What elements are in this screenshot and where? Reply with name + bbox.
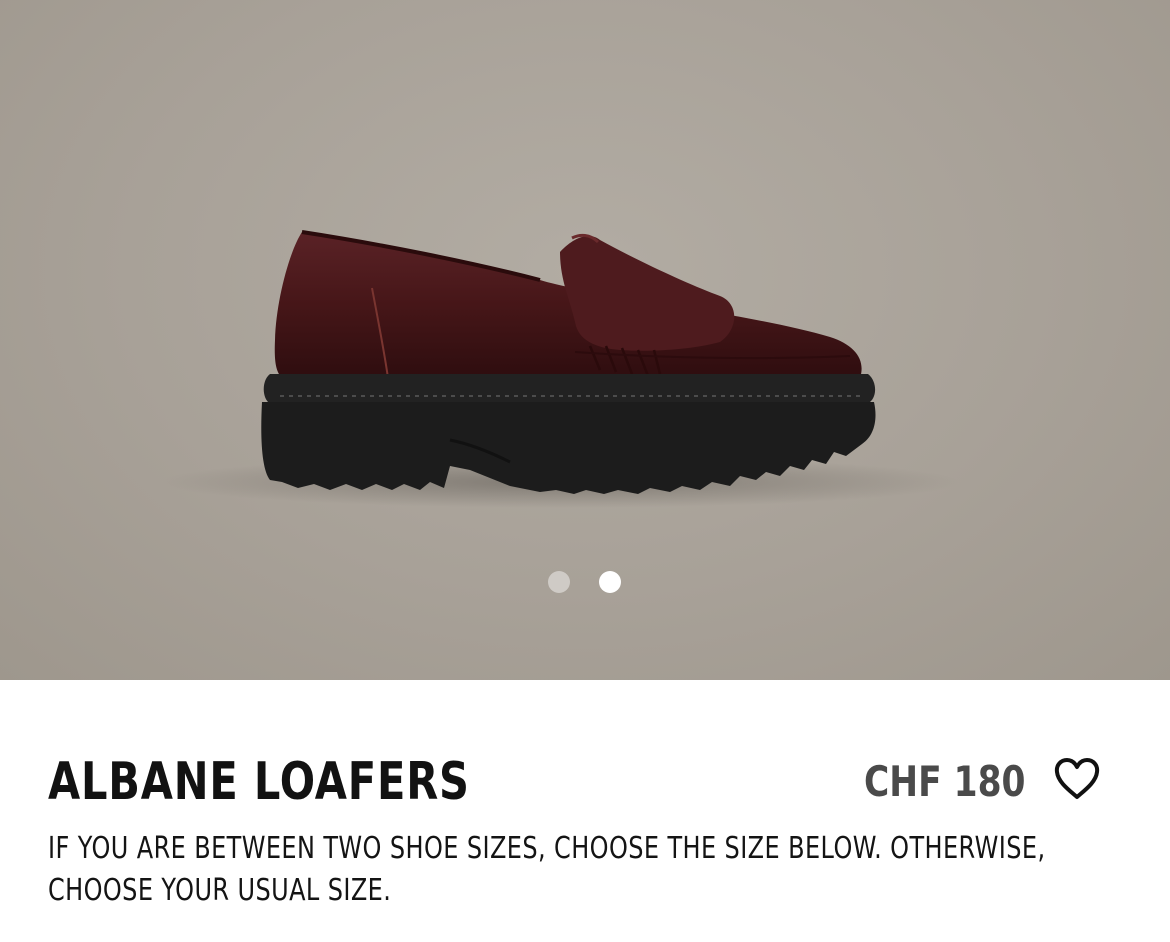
product-price: CHF 180 — [864, 757, 1026, 806]
product-title: ALBANE LOAFERS — [48, 752, 470, 812]
carousel-dot-1[interactable] — [548, 571, 570, 593]
product-page: ALBANE LOAFERS CHF 180 IF YOU ARE BETWEE… — [0, 0, 1170, 942]
favorite-button[interactable] — [1052, 756, 1102, 802]
product-image-carousel[interactable] — [0, 0, 1170, 680]
carousel-dot-2-active[interactable] — [599, 571, 621, 593]
heart-outline-icon — [1054, 758, 1100, 799]
size-advice-text: IF YOU ARE BETWEEN TWO SHOE SIZES, CHOOS… — [48, 831, 1046, 908]
carousel-pagination — [0, 571, 1170, 593]
